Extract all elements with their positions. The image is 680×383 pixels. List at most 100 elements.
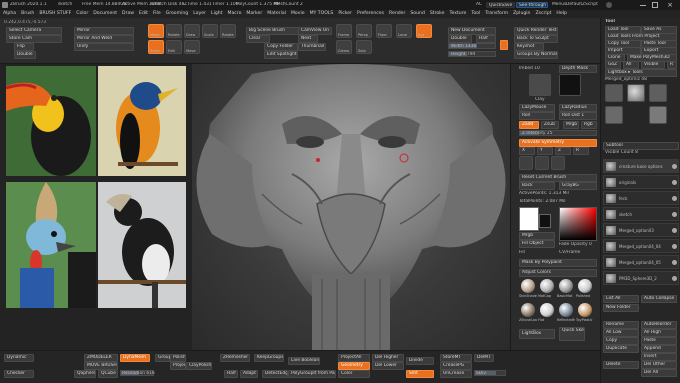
depth-mask-button[interactable]: Depth Mask: [559, 65, 597, 73]
quick-render-test-button[interactable]: Quick Render Test: [514, 27, 558, 35]
subtool-row[interactable]: sketch: [603, 207, 679, 221]
material-basicmat-icon[interactable]: [559, 279, 573, 293]
dynamesh-button[interactable]: DynaMesh: [120, 354, 150, 362]
unify-button[interactable]: Unify: [74, 43, 134, 51]
clear-button[interactable]: Clear: [246, 35, 270, 43]
main-color-swatch[interactable]: [519, 207, 539, 231]
menu-macro[interactable]: Macro: [227, 11, 241, 16]
mrgb-button[interactable]: Mrgb: [563, 121, 579, 129]
zadd-button[interactable]: Zadd: [519, 121, 539, 129]
menu-brush[interactable]: Brush: [21, 11, 34, 16]
del-lower-button[interactable]: Del Lower: [372, 362, 404, 370]
canvas-viewport[interactable]: [192, 64, 510, 350]
divide-button[interactable]: Divide: [406, 357, 434, 365]
all-high-button[interactable]: All High: [641, 329, 677, 337]
lightbox-button[interactable]: LightBox: [519, 329, 555, 339]
mask-by-polypaint-button[interactable]: Mask By Polypaint: [519, 259, 597, 267]
tool-local-icon[interactable]: Local: [396, 24, 412, 38]
back-button[interactable]: Back: [519, 182, 555, 190]
subtool-row[interactable]: PM3D_Sphere3D_2: [603, 271, 679, 285]
tool-draw-icon[interactable]: Draw: [184, 24, 200, 38]
adjust-colors-button[interactable]: Adjust Colors: [519, 269, 597, 277]
store-cam-button[interactable]: Store Cam: [6, 35, 62, 43]
menu-sound[interactable]: Sound: [410, 11, 424, 16]
menu-light[interactable]: Light: [211, 11, 222, 16]
subtool-row[interactable]: creature base options: [603, 159, 679, 173]
visibility-eye-icon[interactable]: [672, 180, 677, 185]
sym-y-button[interactable]: Y: [537, 147, 553, 155]
visibility-eye-icon[interactable]: [672, 228, 677, 233]
subtool-header[interactable]: Subtool: [603, 142, 679, 150]
thumbnail-button[interactable]: Thumbnail: [298, 43, 326, 51]
back-to-sculpt-button[interactable]: Back To Sculpt: [514, 35, 558, 43]
see-through-slider[interactable]: See-through 0: [516, 2, 548, 8]
material-polished-icon[interactable]: [578, 279, 592, 293]
project-button[interactable]: Project: [170, 362, 186, 370]
all-low-button[interactable]: All Low: [603, 329, 639, 337]
resolution-slider[interactable]: Resolution 616: [120, 370, 155, 376]
menu-file[interactable]: File: [153, 11, 161, 16]
keep-groups-button[interactable]: KeepGroups: [254, 354, 284, 362]
lazy-radius-slider[interactable]: LazyRadius: [559, 104, 597, 112]
zsub-button[interactable]: Zsub: [541, 121, 559, 129]
select-camera-dropdown[interactable]: Select Camera: [6, 27, 62, 35]
render-orange-button[interactable]: [500, 40, 508, 50]
menu-material[interactable]: Material: [267, 11, 286, 16]
live-boolean-button[interactable]: Live Boolean: [288, 357, 320, 365]
tool-thumb-creature[interactable]: [605, 84, 623, 102]
visibility-eye-icon[interactable]: [672, 196, 677, 201]
dynamic-button[interactable]: Dynamic: [4, 354, 34, 362]
sym-x-button[interactable]: X: [519, 147, 535, 155]
tool-edit-icon[interactable]: Edit: [166, 40, 182, 54]
tool-thumb-merged[interactable]: [649, 84, 667, 102]
alpha-brush-icon[interactable]: [559, 74, 581, 96]
reset-current-brush-button[interactable]: Reset Current Brush: [519, 174, 597, 182]
sdiv-slider[interactable]: SDiv: [474, 370, 506, 376]
roll-dist-slider[interactable]: Roll Dist 1: [559, 112, 597, 120]
groups-by-normals-button[interactable]: Groups By Normals: [514, 51, 558, 59]
menu-color[interactable]: Color: [76, 11, 88, 16]
half-doc-button[interactable]: Half: [476, 35, 496, 43]
material-flat-icon[interactable]: [540, 303, 554, 317]
next-button[interactable]: Next: [298, 35, 318, 43]
menu-preferences[interactable]: Preferences: [357, 11, 384, 16]
groups-button[interactable]: Groups: [155, 354, 171, 362]
tool-scale-icon[interactable]: Scale: [148, 40, 164, 54]
auto-collapse-button[interactable]: Auto Collapse: [641, 295, 677, 303]
store-mt-button[interactable]: StoreMT: [440, 354, 472, 362]
uncrease-button[interactable]: UnCrease: [440, 370, 472, 378]
goz-button[interactable]: GoZ: [605, 61, 621, 69]
tool-rotate-icon[interactable]: Rotate: [220, 24, 236, 38]
default-zscript[interactable]: DefaultZScript: [566, 2, 598, 7]
menu-movie[interactable]: Movie: [291, 11, 305, 16]
menus-toggle[interactable]: Menus: [552, 2, 566, 7]
lazy-mouse-button[interactable]: LazyMouse: [519, 104, 555, 112]
alpha-icon[interactable]: [535, 156, 549, 170]
tool-xyz-icon[interactable]: Xyz: [416, 24, 432, 38]
mrgb-fill-button[interactable]: Mrgb: [519, 232, 555, 240]
edit-spotlight-button[interactable]: Edit Spotlight: [264, 51, 298, 59]
big-scene-brush-button[interactable]: Big Scene Brush: [246, 27, 304, 35]
delete-button[interactable]: Delete: [603, 361, 639, 369]
qcube-button[interactable]: QCube: [98, 370, 118, 378]
half-button[interactable]: Half: [224, 370, 238, 378]
tool-floor-icon[interactable]: Floor: [376, 24, 392, 38]
subtool-row[interactable]: Merged_option03: [603, 223, 679, 237]
new-folder-button[interactable]: New Folder: [603, 304, 639, 312]
roll-button[interactable]: Roll: [519, 112, 555, 120]
r-button[interactable]: R: [667, 61, 677, 69]
rgb-button[interactable]: Rgb: [581, 121, 597, 129]
quicksave-button[interactable]: QuickSave: [486, 2, 516, 8]
help-icon[interactable]: [606, 2, 612, 8]
list-all-button[interactable]: List All: [603, 295, 639, 303]
tool-rotate-icon[interactable]: Rotate: [166, 24, 182, 38]
geometry-button[interactable]: Geometry: [338, 362, 370, 370]
lightbox-tools-button[interactable]: Lightbox ▸ Tools: [605, 69, 677, 77]
mirror-button[interactable]: Mirror: [74, 27, 134, 35]
menu-tool[interactable]: Tool: [471, 11, 480, 16]
menu-transform[interactable]: Transform: [485, 11, 508, 16]
adapt-button[interactable]: Adapt: [240, 370, 258, 378]
menu-draw[interactable]: Draw: [122, 11, 134, 16]
paste-button[interactable]: Paste: [641, 337, 677, 345]
tool-move-icon[interactable]: Move: [184, 40, 200, 54]
